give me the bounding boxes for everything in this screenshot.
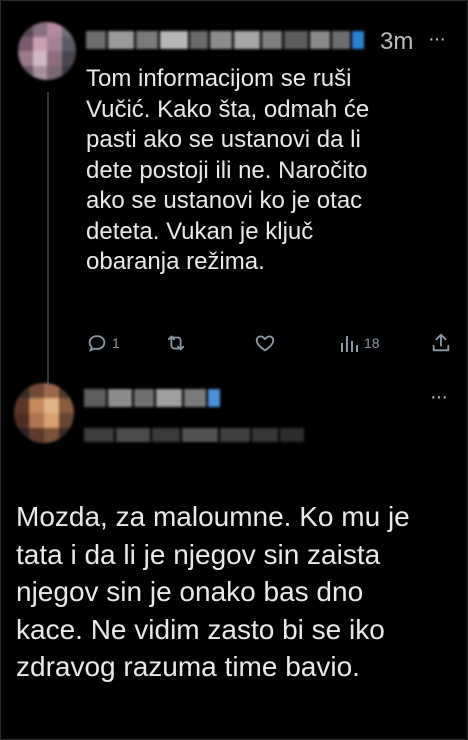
avatar[interactable]	[14, 383, 74, 443]
thread-line	[47, 92, 49, 384]
views-count: 18	[364, 335, 380, 351]
author-handle-redacted	[84, 428, 304, 442]
analytics-icon	[340, 332, 360, 354]
reply-icon	[86, 332, 108, 354]
reply-count: 1	[112, 335, 120, 351]
more-options-button[interactable]: ···	[430, 386, 448, 409]
retweet-button[interactable]	[164, 332, 188, 354]
share-icon	[430, 332, 452, 354]
share-button[interactable]	[430, 332, 452, 354]
heart-icon	[254, 332, 276, 354]
retweet-icon	[164, 332, 188, 354]
author-name-redacted[interactable]	[86, 31, 364, 49]
reply-button[interactable]: 1	[86, 332, 120, 354]
reply-tweet-text: Mozda, za maloumne. Ko mu je tata i da l…	[16, 501, 410, 682]
tweet-text: Tom informacijom se ruši Vučić. Kako šta…	[86, 65, 370, 275]
like-button[interactable]	[254, 332, 276, 354]
views-button[interactable]: 18	[340, 332, 380, 354]
tweet-actions: 1 18	[84, 332, 456, 360]
author-name-redacted[interactable]	[84, 389, 220, 407]
timestamp[interactable]: 3m	[380, 28, 413, 56]
avatar[interactable]	[18, 22, 76, 80]
more-options-button[interactable]: ···	[428, 28, 446, 51]
